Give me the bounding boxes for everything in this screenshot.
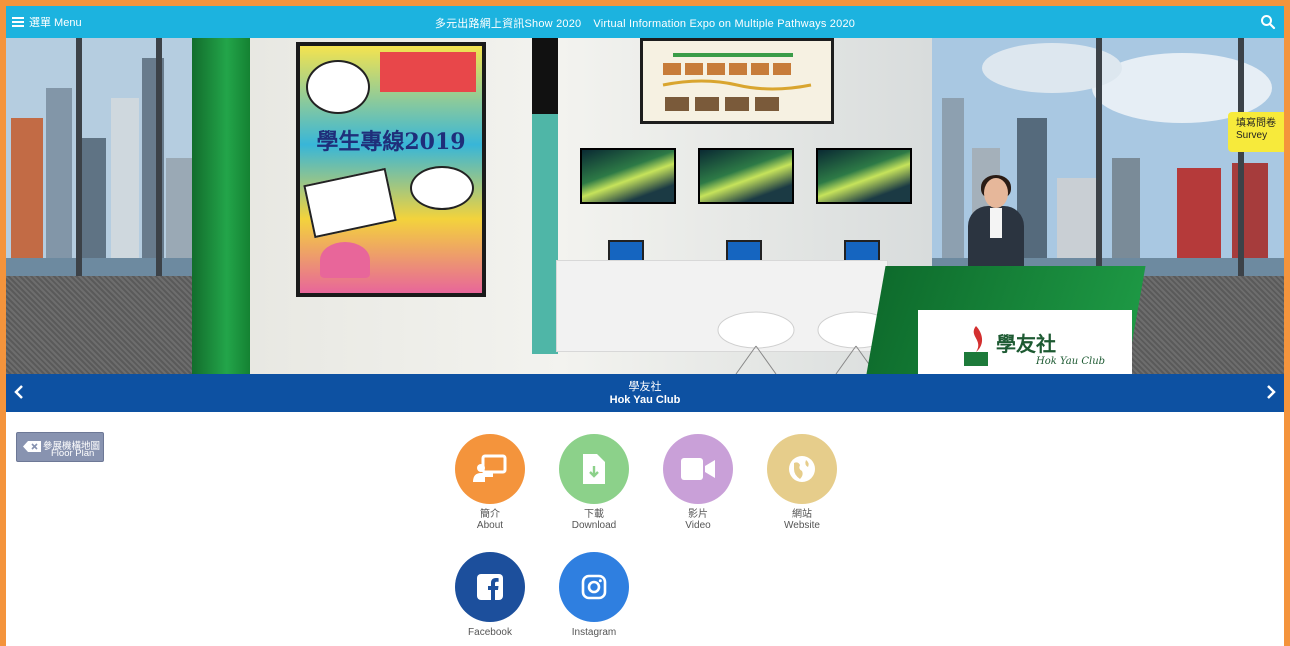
survey-button[interactable]: 填寫問卷 Survey — [1228, 112, 1284, 152]
survey-label-zh: 填寫問卷 — [1236, 118, 1276, 129]
instagram-button[interactable]: Instagram — [549, 552, 639, 639]
survey-label-en: Survey — [1236, 130, 1268, 141]
download-label-zh: 下載 — [584, 509, 604, 520]
floor-plan-button[interactable]: 參展機構地圖 Floor Plan — [16, 432, 104, 462]
search-icon[interactable] — [1260, 14, 1276, 30]
booth-name-zh: 學友社 — [628, 381, 662, 393]
facebook-icon — [455, 552, 525, 622]
counter-logo-text: 學友社 — [996, 332, 1056, 356]
page-frame: 選單 Menu 多元出路網上資訊Show 2020 Virtual Informa… — [6, 6, 1284, 646]
backspace-icon — [23, 441, 41, 452]
window-frame — [76, 38, 82, 276]
city-skyline-left — [6, 38, 196, 276]
video-label-zh: 影片 — [688, 509, 708, 520]
poster-speech — [410, 166, 474, 210]
facebook-label: Facebook — [468, 627, 512, 638]
window-frame — [1096, 38, 1102, 276]
chevron-right-icon[interactable] — [1262, 384, 1278, 400]
info-screen[interactable] — [640, 38, 834, 124]
booth-poster[interactable]: 學生專線2019 — [296, 42, 486, 297]
tv-screen — [580, 148, 676, 204]
download-label-en: Download — [571, 520, 617, 531]
poster-heart — [320, 242, 370, 278]
booth-scene: 學生專線2019 學友社 Hok Yau Club 填寫問卷 Survey — [6, 38, 1284, 374]
video-button[interactable]: 影片 Video — [653, 434, 743, 532]
poster-text: 學生專線2019 — [316, 129, 466, 155]
booth-nav-bar: 學友社 Hok Yau Club — [6, 374, 1284, 412]
about-label-en: About — [476, 520, 504, 531]
page-title: 多元出路網上資訊Show 2020 Virtual Information Exp… — [6, 15, 1284, 31]
title-zh: 多元出路網上資訊Show 2020 — [434, 18, 582, 30]
presentation-icon — [455, 434, 525, 504]
green-pillar — [192, 38, 250, 374]
website-button[interactable]: 網站 Website — [757, 434, 847, 532]
about-label-zh: 簡介 — [480, 509, 500, 520]
tv-screen — [816, 148, 912, 204]
website-label-en: Website — [784, 520, 820, 531]
video-label-en: Video — [685, 520, 711, 531]
download-file-icon — [559, 434, 629, 504]
torch-logo-icon — [964, 326, 988, 366]
poster-phone-box — [303, 167, 397, 239]
poster-banner — [380, 52, 476, 92]
top-bar: 選單 Menu 多元出路網上資訊Show 2020 Virtual Informa… — [6, 6, 1284, 38]
info-chart — [662, 53, 812, 111]
download-button[interactable]: 下載 Download — [549, 434, 639, 532]
counter-logo-subtext: Hok Yau Club — [1036, 356, 1106, 367]
window-frame — [156, 38, 162, 276]
teal-panel — [532, 114, 558, 354]
instagram-icon — [559, 552, 629, 622]
about-button[interactable]: 簡介 About — [445, 434, 535, 532]
window-frame — [1238, 38, 1244, 276]
poster-bubble — [306, 60, 370, 114]
globe-icon — [767, 434, 837, 504]
instagram-label: Instagram — [571, 627, 617, 638]
website-label-zh: 網站 — [792, 509, 812, 520]
facebook-button[interactable]: Facebook — [445, 552, 535, 639]
video-camera-icon — [663, 434, 733, 504]
booth-name-en: Hok Yau Club — [609, 394, 681, 406]
floor-plan-label-en: Floor Plan — [51, 448, 95, 459]
title-en: Virtual Information Expo on Multiple Pat… — [593, 18, 856, 30]
booth-host — [966, 175, 1026, 278]
tv-screen — [698, 148, 794, 204]
